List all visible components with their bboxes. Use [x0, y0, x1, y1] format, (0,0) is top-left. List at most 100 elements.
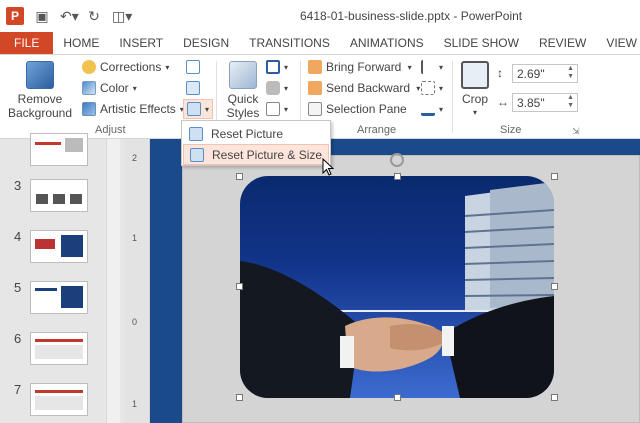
save-icon[interactable]: ▣ [34, 8, 50, 25]
slide-thumbnail[interactable] [30, 281, 88, 314]
ruler-mark: 1 [132, 233, 138, 243]
corrections-button[interactable]: Corrections ▾ [82, 60, 169, 74]
reset-picture-menu-item[interactable]: Reset Picture [183, 123, 329, 144]
crop-label: Crop [461, 92, 488, 106]
adjust-group-label: Adjust [95, 124, 126, 136]
shape-width-value: 3.85" [517, 95, 545, 110]
size-dialog-launcher-icon[interactable]: ⇲ [572, 126, 580, 137]
slide-thumbnail[interactable] [30, 230, 88, 263]
ribbon-tabs: FILE HOME INSERT DESIGN TRANSITIONS ANIM… [0, 32, 640, 55]
artistic-effects-label: Artistic Effects [100, 102, 176, 116]
selection-pane-label: Selection Pane [326, 102, 407, 116]
picture-layout-icon [266, 102, 280, 116]
resize-handle[interactable] [394, 173, 401, 180]
quick-styles-button[interactable]: Quick Styles [222, 61, 264, 120]
slide-pane-scrollbar[interactable] [106, 139, 120, 423]
title-bar: P ▣ ↶▾ ↻ ◫▾ 6418-01-business-slide.pptx … [0, 0, 640, 32]
width-spinner-arrows[interactable]: ▲ ▼ [567, 94, 574, 110]
ruler-mark: 1 [132, 399, 138, 409]
tab-view[interactable]: VIEW [596, 32, 640, 54]
present-from-beginning-icon[interactable]: ◫▾ [112, 8, 132, 25]
tab-file[interactable]: FILE [0, 32, 54, 54]
tab-slide-show[interactable]: SLIDE SHOW [434, 32, 529, 54]
tab-home[interactable]: HOME [53, 32, 109, 54]
align-button[interactable]: ▾ [421, 60, 443, 74]
resize-handle[interactable] [394, 394, 401, 401]
slide-thumbnail[interactable] [30, 179, 88, 212]
slide-number: 3 [14, 178, 22, 193]
tab-review[interactable]: REVIEW [529, 32, 596, 54]
tab-animations[interactable]: ANIMATIONS [340, 32, 434, 54]
slide-number: 4 [14, 229, 22, 244]
crop-button[interactable]: Crop ▾ [458, 61, 492, 120]
reset-picture-dropdown[interactable]: ▾ [183, 99, 214, 119]
group-icon [421, 81, 435, 95]
rotate-handle-icon[interactable] [390, 153, 404, 167]
quick-access-toolbar: P ▣ ↶▾ ↻ ◫▾ [0, 0, 132, 32]
tab-transitions[interactable]: TRANSITIONS [239, 32, 340, 54]
reset-picture-icon [187, 102, 201, 116]
resize-handle[interactable] [551, 394, 558, 401]
shape-height-value: 2.69" [517, 66, 545, 81]
quick-styles-label-2: Styles [226, 106, 260, 120]
rotate-button[interactable]: ▾ [421, 102, 443, 116]
powerpoint-logo-icon: P [6, 7, 24, 25]
artistic-effects-icon [82, 102, 96, 116]
selection-pane-icon [308, 102, 322, 116]
compress-pictures-icon[interactable] [186, 60, 200, 74]
vertical-ruler: 2 1 0 1 [124, 139, 148, 423]
arrange-group-label: Arrange [357, 124, 397, 136]
shape-width-input[interactable]: 3.85" ▲ ▼ [512, 93, 578, 112]
tab-insert[interactable]: INSERT [109, 32, 173, 54]
color-icon [82, 81, 96, 95]
resize-handle[interactable] [236, 283, 243, 290]
shape-height-icon: ↕ [497, 66, 503, 80]
shape-height-input[interactable]: 2.69" ▲ ▼ [512, 64, 578, 83]
resize-handle[interactable] [551, 173, 558, 180]
picture-artwork [240, 182, 554, 398]
slide-thumbnail[interactable] [30, 332, 88, 365]
resize-handle[interactable] [551, 283, 558, 290]
height-spinner-arrows[interactable]: ▲ ▼ [567, 65, 574, 81]
picture-border-button[interactable]: ▾ [266, 60, 288, 74]
bring-forward-button[interactable]: Bring Forward ▾ [308, 60, 412, 74]
resize-handle[interactable] [236, 173, 243, 180]
reset-picture-and-size-menu-item[interactable]: Reset Picture & Size [183, 144, 329, 165]
group-button[interactable]: ▾ [421, 81, 443, 95]
reset-picture-menu: Reset Picture Reset Picture & Size [181, 120, 331, 166]
selection-pane-button[interactable]: Selection Pane [308, 102, 407, 116]
slide-thumbnail[interactable] [30, 133, 88, 166]
artistic-effects-button[interactable]: Artistic Effects ▾ [82, 102, 184, 116]
slide-number: 7 [14, 382, 22, 397]
redo-icon[interactable]: ↻ [86, 8, 102, 25]
send-backward-label: Send Backward [326, 81, 411, 95]
corrections-icon [82, 60, 96, 74]
group-divider [452, 61, 453, 133]
send-backward-button[interactable]: Send Backward ▾ [308, 81, 420, 95]
color-button[interactable]: Color ▾ [82, 81, 137, 95]
undo-icon[interactable]: ↶▾ [60, 8, 79, 25]
picture-layout-button[interactable]: ▾ [266, 102, 288, 116]
remove-background-icon [26, 61, 54, 89]
window-title: 6418-01-business-slide.pptx - PowerPoint [300, 9, 523, 23]
align-icon [421, 60, 435, 74]
reset-picture-and-size-label: Reset Picture & Size [212, 147, 323, 162]
handshake-building-picture[interactable] [240, 176, 554, 398]
picture-effects-button[interactable]: ▾ [266, 81, 288, 95]
bring-forward-label: Bring Forward [326, 60, 402, 74]
quick-styles-icon [229, 61, 257, 89]
slide-number: 6 [14, 331, 22, 346]
reset-picture-icon [189, 126, 203, 141]
remove-background-button[interactable]: Remove Background [8, 61, 72, 120]
crop-icon [461, 61, 489, 89]
slide-thumbnail[interactable] [30, 383, 88, 416]
tab-design[interactable]: DESIGN [173, 32, 239, 54]
rotate-icon [421, 102, 435, 116]
resize-handle[interactable] [236, 394, 243, 401]
send-backward-icon [308, 81, 322, 95]
ruler-mark: 2 [132, 153, 138, 163]
change-picture-icon[interactable] [186, 81, 200, 95]
corrections-label: Corrections [100, 60, 162, 74]
color-label: Color [100, 81, 129, 95]
picture-border-icon [266, 60, 280, 74]
